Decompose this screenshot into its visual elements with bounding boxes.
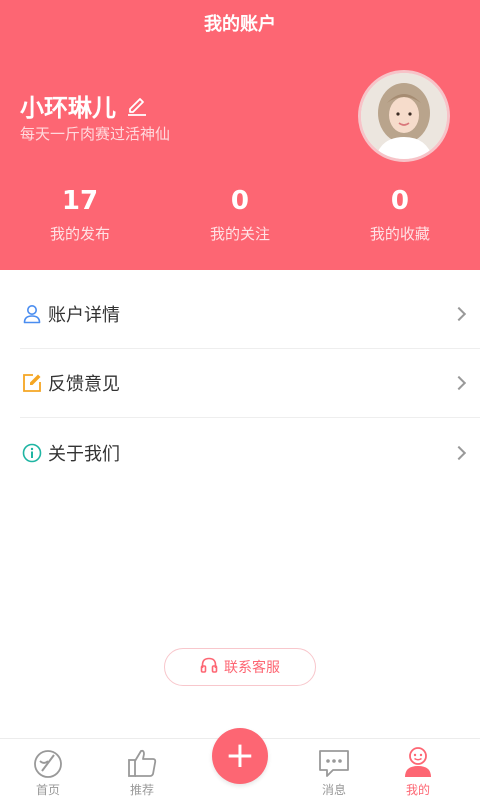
page-title: 我的账户 (204, 14, 276, 35)
stat-value: 17 (61, 186, 99, 216)
stat-label: 我的关注 (209, 225, 270, 243)
tab-home[interactable]: 首页 (0, 739, 96, 800)
plus-icon: + (224, 735, 256, 776)
settings-menu: 账户详情 反馈意见 关于我们 (20, 280, 480, 487)
profile-name: 小环琳儿 (20, 94, 116, 122)
contact-service-label: 联系客服 (224, 660, 280, 676)
profile-name-row[interactable]: 小环琳儿 (20, 88, 148, 123)
chevron-right-icon (451, 445, 467, 460)
tab-recommend[interactable]: 推荐 (94, 739, 190, 800)
add-post-button[interactable]: + (212, 728, 268, 784)
stat-label: 我的发布 (49, 225, 110, 243)
thumbs-up-icon (94, 739, 190, 779)
tab-label: 首页 (35, 783, 60, 797)
tab-label: 我的 (405, 783, 430, 797)
chevron-right-icon (451, 306, 467, 322)
avatar[interactable] (358, 70, 450, 162)
info-icon (22, 443, 42, 463)
menu-item-feedback[interactable]: 反馈意见 (20, 349, 480, 418)
menu-item-account-details[interactable]: 账户详情 (20, 280, 480, 349)
chevron-right-icon (451, 375, 467, 391)
pencil-icon[interactable] (126, 95, 148, 117)
headphone-icon (200, 656, 224, 678)
menu-label: 账户详情 (48, 305, 120, 326)
user-icon (22, 304, 42, 324)
tab-label: 消息 (321, 783, 346, 797)
menu-item-about-us[interactable]: 关于我们 (20, 418, 480, 487)
stat-following[interactable]: 0 我的关注 (160, 185, 320, 244)
stat-value: 0 (230, 186, 249, 216)
tab-messages[interactable]: 消息 (286, 739, 382, 800)
stats-row: 17 我的发布 0 我的关注 0 我的收藏 (0, 185, 480, 244)
stat-value: 0 (390, 186, 409, 216)
tab-mine[interactable]: 我的 (370, 739, 466, 800)
profile-icon (370, 739, 466, 779)
tab-label: 推荐 (129, 783, 154, 797)
menu-label: 反馈意见 (48, 374, 120, 395)
contact-service-button[interactable]: 联系客服 (164, 648, 316, 686)
account-page: 我的账户 小环琳儿 每天一斤肉赛过活神仙 17 我的发布 0 我的关注 0 我的… (0, 0, 480, 800)
profile-header: 我的账户 小环琳儿 每天一斤肉赛过活神仙 17 我的发布 0 我的关注 0 我的… (0, 0, 480, 270)
home-icon (0, 739, 96, 779)
edit-icon (22, 373, 42, 393)
profile-bio: 每天一斤肉赛过活神仙 (20, 125, 171, 143)
menu-label: 关于我们 (48, 443, 120, 465)
message-icon (286, 739, 382, 779)
stat-favorites[interactable]: 0 我的收藏 (320, 185, 480, 244)
stat-posts[interactable]: 17 我的发布 (0, 185, 160, 244)
stat-label: 我的收藏 (369, 225, 430, 243)
